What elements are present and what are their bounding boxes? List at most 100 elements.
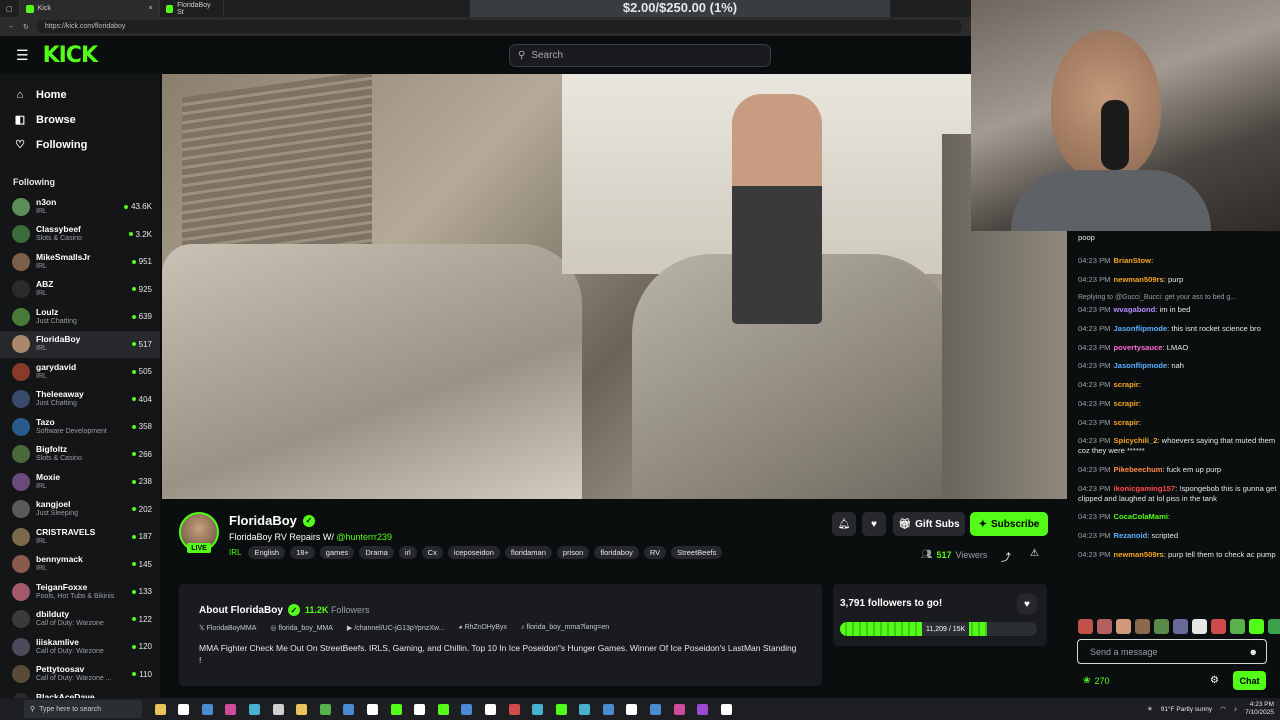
chat-username[interactable]: scrapir xyxy=(1114,418,1139,427)
stream-tag[interactable]: iceposeidon xyxy=(447,546,500,559)
taskbar-app-icon[interactable] xyxy=(296,703,308,715)
chat-message[interactable]: 04:23 PM scrapir: xyxy=(1067,380,1280,390)
taskbar-app-icon[interactable] xyxy=(673,703,685,715)
chat-message[interactable]: 04:23 PM scrapir: xyxy=(1067,399,1280,409)
sidebar-channel[interactable]: ABZ IRL 925 xyxy=(0,276,160,304)
stream-tag[interactable]: games xyxy=(319,546,355,559)
window-menu-icon[interactable]: ▢ xyxy=(0,0,20,17)
emote-icon[interactable] xyxy=(1154,619,1169,634)
search-input[interactable]: ⚲ Search xyxy=(509,44,771,67)
nav-following[interactable]: ♡ Following xyxy=(0,132,160,157)
kick-logo[interactable]: KICK xyxy=(43,43,98,68)
taskbar-app-icon[interactable] xyxy=(154,703,166,715)
taskbar-app-icon[interactable] xyxy=(414,703,426,715)
sidebar-channel[interactable]: kangjoel Just Sleeping 202 xyxy=(0,496,160,524)
stream-tag[interactable]: Cx xyxy=(421,546,443,559)
taskbar-app-icon[interactable] xyxy=(697,703,709,715)
emote-icon[interactable] xyxy=(1078,619,1093,634)
sidebar-channel[interactable]: bennymack IRL 145 xyxy=(0,551,160,579)
emote-icon[interactable] xyxy=(1135,619,1150,634)
channel-points[interactable]: ❀ 270 xyxy=(1083,675,1110,686)
network-icon[interactable]: ◠ xyxy=(1220,705,1226,713)
chat-message[interactable]: 04:23 PM CocaColaMami: xyxy=(1067,512,1280,522)
browser-tab-floridaboy[interactable]: FloridaBoy St xyxy=(160,0,224,17)
chat-username[interactable]: Pikebeechum xyxy=(1114,465,1163,474)
sidebar-channel[interactable]: CRISTRAVELS IRL 187 xyxy=(0,523,160,551)
reload-icon[interactable]: ↻ xyxy=(23,23,29,31)
emote-icon[interactable] xyxy=(1173,619,1188,634)
taskbar-app-icon[interactable] xyxy=(366,703,378,715)
chat-message[interactable]: 04:23 PM scrapir: xyxy=(1067,418,1280,428)
emote-icon[interactable] xyxy=(1249,619,1264,634)
emote-icon[interactable] xyxy=(1230,619,1245,634)
report-icon[interactable]: ⚠ xyxy=(1030,548,1039,559)
taskbar-app-icon[interactable] xyxy=(602,703,614,715)
stream-tag[interactable]: floridaman xyxy=(504,546,552,559)
chat-username[interactable]: newman509rs xyxy=(1114,275,1164,284)
sidebar-channel[interactable]: Moxie IRL 238 xyxy=(0,468,160,496)
taskbar-app-icon[interactable] xyxy=(461,703,473,715)
stream-tag[interactable]: English xyxy=(248,546,286,559)
chat-username[interactable]: CocaColaMami xyxy=(1114,512,1168,521)
taskbar-app-icon[interactable] xyxy=(178,703,190,715)
nav-home[interactable]: ⌂ Home xyxy=(0,82,160,107)
sidebar-channel[interactable]: liiskamlive Call of Duty: Warzone 120 xyxy=(0,633,160,661)
chat-message[interactable]: 04:23 PM Jasonflipmode: nah xyxy=(1067,361,1280,371)
taskbar-app-icon[interactable] xyxy=(343,703,355,715)
nav-browse[interactable]: ◧ Browse xyxy=(0,107,160,132)
taskbar-app-icon[interactable] xyxy=(272,703,284,715)
taskbar-app-icon[interactable] xyxy=(437,703,449,715)
follow-heart-button[interactable]: ♥ xyxy=(862,512,886,536)
chat-message-input[interactable]: Send a message ☻ xyxy=(1077,639,1267,664)
clock[interactable]: 4:23 PM 7/10/2025 xyxy=(1245,701,1274,717)
chat-message[interactable]: 04:23 PM Rezanoid: scripted xyxy=(1067,531,1280,541)
emote-icon[interactable] xyxy=(1268,619,1280,634)
sidebar-channel[interactable]: n3on IRL 43.6K xyxy=(0,193,160,221)
gift-subs-button[interactable]: 🎁︎ Gift Subs xyxy=(893,512,965,536)
sidebar-channel[interactable]: Bigfoltz Slots & Casino 266 xyxy=(0,441,160,469)
back-icon[interactable]: ← xyxy=(8,23,15,30)
chat-message[interactable]: 04:23 PM Jasonflipmode: this isnt rocket … xyxy=(1067,324,1280,334)
chat-username[interactable]: scrapir xyxy=(1114,399,1139,408)
taskbar-search[interactable]: ⚲ Type here to search xyxy=(24,700,142,718)
sidebar-channel[interactable]: Tazo Software Development 358 xyxy=(0,413,160,441)
sidebar-channel[interactable]: MikeSmallsJr IRL 951 xyxy=(0,248,160,276)
sidebar-channel[interactable]: dbilduty Call of Duty: Warzone 122 xyxy=(0,606,160,634)
sidebar-channel[interactable]: Loulz Just Chatting 639 xyxy=(0,303,160,331)
taskbar-app-icon[interactable] xyxy=(720,703,732,715)
taskbar-app-icon[interactable] xyxy=(484,703,496,715)
taskbar-app-icon[interactable] xyxy=(626,703,638,715)
taskbar-app-icon[interactable] xyxy=(225,703,237,715)
discord-link[interactable]: ◕ RhZnDHyByx xyxy=(458,624,507,632)
mention-link[interactable]: @hunterrr239 xyxy=(336,532,392,542)
chat-username[interactable]: Rezanoid xyxy=(1114,531,1148,540)
taskbar-app-icon[interactable] xyxy=(579,703,591,715)
chat-message[interactable]: poop xyxy=(1067,233,1280,243)
taskbar-app-icon[interactable] xyxy=(248,703,260,715)
chat-username[interactable]: povertysauce xyxy=(1114,343,1163,352)
goal-follow-button[interactable]: ♥ xyxy=(1017,594,1037,614)
stream-tag[interactable]: 18+ xyxy=(290,546,315,559)
chat-message[interactable]: 04:23 PM ikonicgaming157: !spongebob this… xyxy=(1067,484,1280,504)
url-field[interactable]: https://kick.com/floridaboy xyxy=(36,20,962,33)
category-link[interactable]: IRL xyxy=(229,548,241,557)
chat-message[interactable]: 04:23 PM povertysauce: LMAO xyxy=(1067,343,1280,353)
chat-username[interactable]: newman509rs xyxy=(1114,550,1164,559)
emote-icon[interactable] xyxy=(1097,619,1112,634)
chat-message[interactable]: 04:23 PM BrianStow: xyxy=(1067,256,1280,266)
video-player[interactable] xyxy=(162,74,1067,499)
taskbar-app-icon[interactable] xyxy=(650,703,662,715)
emote-picker-icon[interactable]: ☻ xyxy=(1249,647,1258,657)
hamburger-menu-icon[interactable]: ☰ xyxy=(16,47,29,64)
chat-message[interactable]: 04:23 PM newman509rs: purp xyxy=(1067,275,1280,285)
chat-username[interactable]: BrianStow xyxy=(1114,256,1152,265)
emote-icon[interactable] xyxy=(1116,619,1131,634)
youtube-link[interactable]: ▶ /channel/UC-jG13pYpnzXw... xyxy=(347,624,444,632)
stream-tag[interactable]: prison xyxy=(556,546,590,559)
taskbar-app-icon[interactable] xyxy=(201,703,213,715)
chat-message[interactable]: 04:23 PM wvagabond: im in bed xyxy=(1067,305,1280,315)
sidebar-channel[interactable]: Theleeaway Just Chatting 404 xyxy=(0,386,160,414)
browser-tab-kick[interactable]: Kick × xyxy=(19,0,160,17)
stream-tag[interactable]: StreetBeefs xyxy=(671,546,723,559)
chat-settings-icon[interactable]: ⚙ xyxy=(1210,675,1219,686)
